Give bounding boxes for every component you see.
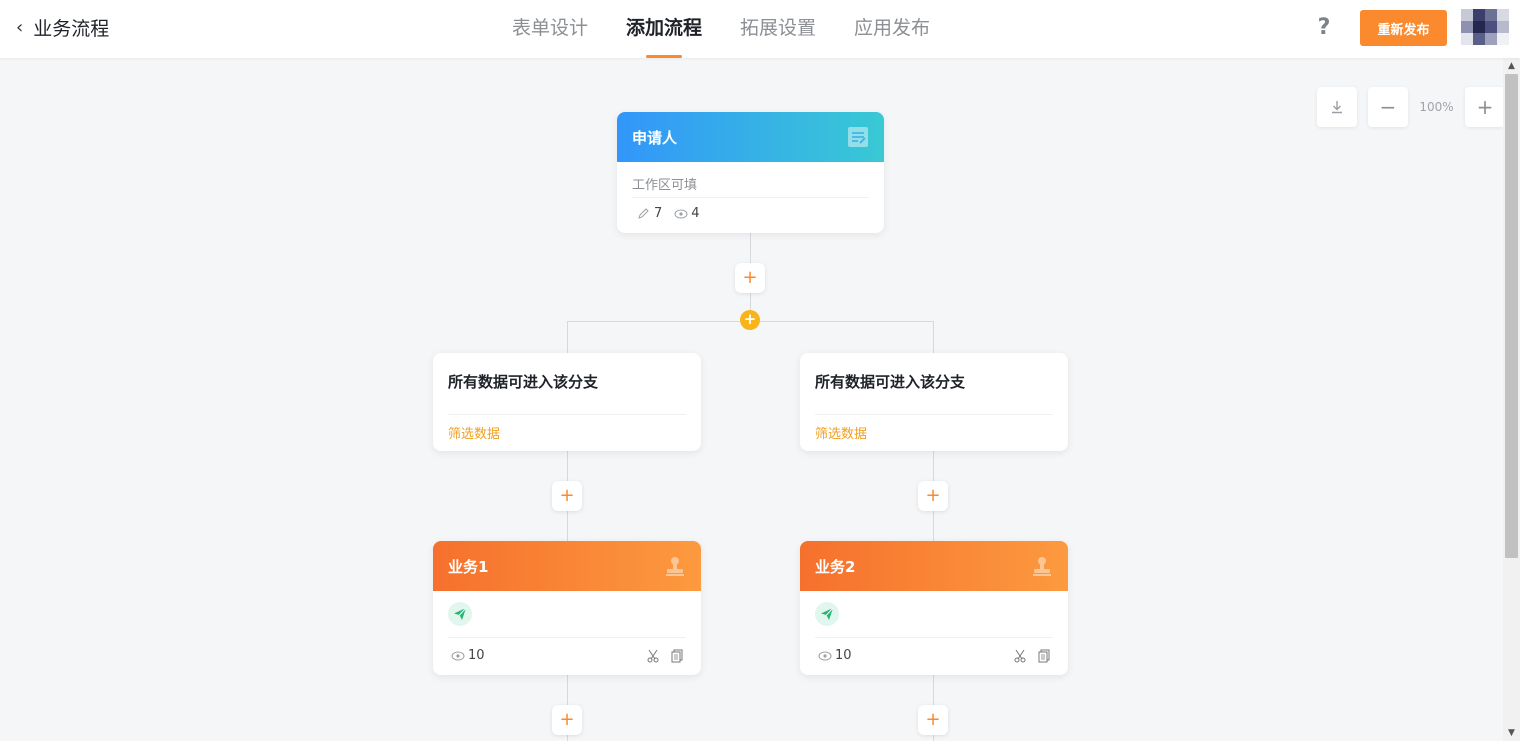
tab-bar: 表单设计 添加流程 拓展设置 应用发布 <box>512 0 968 58</box>
send-icon <box>815 602 839 626</box>
applicant-node-title: 申请人 <box>632 128 678 147</box>
applicant-node-header: 申请人 <box>617 112 884 162</box>
tab-form-design[interactable]: 表单设计 <box>512 0 588 58</box>
add-branch-button[interactable]: + <box>740 310 760 330</box>
applicant-node-subtitle: 工作区可填 <box>632 178 698 193</box>
form-icon <box>848 127 868 147</box>
connector-line <box>933 321 934 353</box>
view-count: 10 <box>468 648 485 663</box>
add-node-button[interactable]: + <box>918 705 948 735</box>
business-node[interactable]: 业务2 10 <box>800 541 1068 675</box>
add-node-button[interactable]: + <box>552 705 582 735</box>
eye-icon <box>674 209 688 218</box>
business-node-header: 业务1 <box>433 541 701 591</box>
add-node-button[interactable]: + <box>552 481 582 511</box>
top-header: ‹ 业务流程 表单设计 添加流程 拓展设置 应用发布 ? 重新发布 <box>0 0 1520 58</box>
business-node-title: 业务1 <box>448 557 489 576</box>
cut-icon[interactable] <box>647 649 659 663</box>
copy-icon[interactable] <box>1038 649 1050 663</box>
chevron-left-icon: ‹ <box>16 17 24 38</box>
eye-icon <box>451 651 465 660</box>
applicant-node[interactable]: 申请人 工作区可填 7 4 <box>617 112 884 233</box>
branch-condition-title: 所有数据可进入该分支 <box>448 373 599 391</box>
add-node-button[interactable]: + <box>918 481 948 511</box>
zoom-in-button[interactable]: + <box>1465 87 1505 127</box>
zoom-out-button[interactable]: − <box>1368 87 1408 127</box>
filter-data-link[interactable]: 筛选数据 <box>433 415 515 450</box>
republish-button[interactable]: 重新发布 <box>1360 10 1447 46</box>
copy-icon[interactable] <box>671 649 683 663</box>
branch-condition-node[interactable]: 所有数据可进入该分支 筛选数据 <box>800 353 1068 451</box>
view-count: 10 <box>835 648 852 663</box>
scroll-thumb[interactable] <box>1505 74 1518 558</box>
avatar[interactable] <box>1461 9 1509 45</box>
scroll-down-arrow-icon[interactable]: ▼ <box>1503 725 1520 741</box>
stamp-icon <box>666 557 684 576</box>
filter-data-link[interactable]: 筛选数据 <box>800 415 882 450</box>
page-title: 业务流程 <box>33 18 110 40</box>
tab-add-flow[interactable]: 添加流程 <box>626 0 702 58</box>
back-button[interactable]: ‹ 业务流程 <box>16 14 109 41</box>
view-count: 4 <box>691 206 700 221</box>
edit-count: 7 <box>654 206 663 221</box>
tab-extension-settings[interactable]: 拓展设置 <box>740 0 816 58</box>
business-node-header: 业务2 <box>800 541 1068 591</box>
cut-icon[interactable] <box>1014 649 1026 663</box>
download-icon <box>1332 101 1342 114</box>
download-button[interactable] <box>1317 87 1357 127</box>
help-icon[interactable]: ? <box>1313 13 1335 43</box>
business-node-title: 业务2 <box>815 557 856 576</box>
stamp-icon <box>1033 557 1051 576</box>
applicant-node-meta: 7 4 <box>617 198 884 229</box>
scroll-up-arrow-icon[interactable]: ▲ <box>1503 58 1520 74</box>
business-node-footer: 10 <box>800 638 1068 663</box>
tab-app-publish[interactable]: 应用发布 <box>854 0 930 58</box>
eye-icon <box>818 651 832 660</box>
add-node-button[interactable]: + <box>735 263 765 293</box>
branch-condition-node[interactable]: 所有数据可进入该分支 筛选数据 <box>433 353 701 451</box>
connector-line <box>567 321 568 353</box>
business-node[interactable]: 业务1 10 <box>433 541 701 675</box>
vertical-scrollbar[interactable]: ▲ ▼ <box>1503 58 1520 741</box>
send-icon <box>448 602 472 626</box>
flow-canvas[interactable]: − 100% + 申请人 工作区可填 7 4 + + 所有数据可进入该分支 筛选… <box>0 58 1505 741</box>
zoom-level: 100% <box>1419 100 1454 114</box>
business-node-footer: 10 <box>433 638 701 663</box>
branch-condition-title: 所有数据可进入该分支 <box>815 373 966 391</box>
edit-icon <box>638 207 649 219</box>
